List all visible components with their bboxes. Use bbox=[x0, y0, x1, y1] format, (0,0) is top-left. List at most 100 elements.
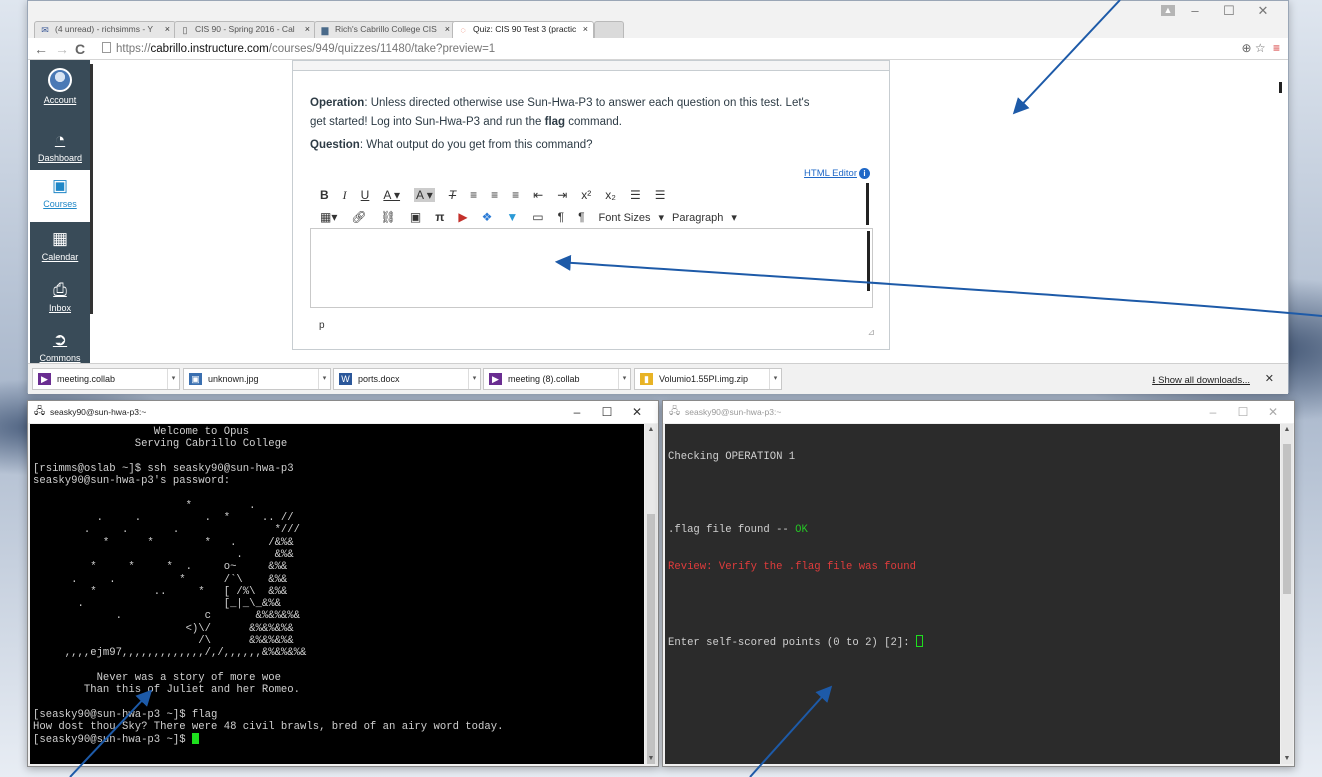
show-all-downloads-link[interactable]: ⭳ Show all downloads... bbox=[1152, 373, 1250, 389]
nav-commons[interactable]: ➲ Commons bbox=[30, 330, 90, 363]
terminal-output[interactable]: Welcome to Opus Serving Cabrillo College… bbox=[30, 424, 644, 764]
nav-calendar[interactable]: ▦ Calendar bbox=[30, 229, 90, 262]
tab-quiz[interactable]: ◌ Quiz: CIS 90 Test 3 (practic × bbox=[452, 21, 594, 38]
page-scroll-marker bbox=[1279, 82, 1282, 93]
scroll-up-icon[interactable]: ▲ bbox=[1281, 426, 1293, 433]
download-item[interactable]: ▶ meeting.collab ▾ bbox=[32, 368, 180, 390]
close-window-icon[interactable]: ✕ bbox=[1258, 401, 1288, 423]
close-icon[interactable]: × bbox=[445, 24, 450, 34]
chevron-down-icon[interactable]: ▾ bbox=[167, 369, 179, 389]
clear-format-icon[interactable]: T bbox=[449, 188, 456, 202]
forward-icon[interactable]: → bbox=[55, 41, 69, 57]
close-icon[interactable]: × bbox=[583, 24, 588, 34]
align-right-icon[interactable]: ≡ bbox=[512, 188, 519, 202]
background-color-icon[interactable]: A ▾ bbox=[414, 188, 435, 202]
link-icon[interactable]: 🔗︎ bbox=[351, 210, 366, 224]
tab-cis-page[interactable]: ▆ Rich's Cabrillo College CIS × bbox=[314, 21, 456, 38]
paragraph-dropdown[interactable]: Paragraph bbox=[672, 212, 723, 224]
text-color-icon[interactable]: A ▾ bbox=[383, 188, 400, 202]
nav-inbox[interactable]: ⎙ Inbox bbox=[30, 280, 90, 313]
tab-course[interactable]: ▯ CIS 90 - Spring 2016 - Cal × bbox=[174, 21, 316, 38]
scroll-down-icon[interactable]: ▼ bbox=[645, 755, 657, 762]
media-icon[interactable]: ▭ bbox=[532, 210, 543, 224]
chevron-down-icon[interactable]: ▾ bbox=[318, 369, 330, 389]
image-icon[interactable]: ▣ bbox=[410, 210, 421, 224]
zoom-icon[interactable]: ⊕ bbox=[1241, 41, 1251, 55]
numbered-list-icon[interactable]: ☰ bbox=[655, 188, 666, 202]
download-item[interactable]: ▮ Volumio1.55PI.img.zip ▾ bbox=[634, 368, 782, 390]
info-icon[interactable]: i bbox=[859, 168, 870, 179]
editor-scrollbar[interactable] bbox=[867, 231, 870, 291]
inbox-icon: ⎙ bbox=[53, 280, 67, 299]
ltr-icon[interactable]: ¶ bbox=[558, 210, 564, 224]
unlink-icon[interactable]: ⛓ bbox=[381, 210, 396, 224]
nav-scrollbar[interactable] bbox=[90, 64, 93, 314]
address-bar[interactable]: https://cabrillo.instructure.com/courses… bbox=[102, 41, 495, 57]
font-sizes-dropdown[interactable]: Font Sizes bbox=[599, 212, 651, 224]
indent-icon[interactable]: ⇥ bbox=[557, 188, 567, 202]
chevron-down-icon[interactable]: ▾ bbox=[731, 211, 737, 224]
tool-icon[interactable]: ▼ bbox=[506, 210, 518, 224]
new-tab-button[interactable] bbox=[594, 21, 624, 38]
menu-icon[interactable]: ≡ bbox=[1273, 41, 1280, 55]
scroll-thumb[interactable] bbox=[1283, 444, 1291, 594]
close-icon[interactable]: × bbox=[165, 24, 170, 34]
mail-icon: ✉ bbox=[41, 25, 49, 35]
subscript-icon[interactable]: x₂ bbox=[605, 188, 616, 202]
download-name: unknown.jpg bbox=[208, 374, 259, 384]
resize-grip-icon[interactable]: ⊿ bbox=[867, 327, 875, 338]
page-info-icon[interactable] bbox=[102, 42, 111, 53]
maximize-icon[interactable]: ☐ bbox=[592, 401, 622, 423]
nav-dashboard[interactable]: ◔ Dashboard bbox=[30, 130, 90, 163]
tab-mail[interactable]: ✉ (4 unread) - richsimms - Y × bbox=[34, 21, 176, 38]
rtl-icon[interactable]: ¶ bbox=[578, 210, 584, 224]
minimize-icon[interactable]: – bbox=[562, 401, 592, 423]
text-cursor bbox=[915, 635, 923, 648]
chevron-down-icon[interactable]: ▾ bbox=[769, 369, 781, 389]
italic-icon[interactable]: I bbox=[343, 188, 347, 203]
close-icon[interactable]: ✕ bbox=[1265, 372, 1274, 385]
back-icon[interactable]: ← bbox=[34, 41, 48, 57]
chevron-down-icon[interactable]: ▾ bbox=[658, 211, 664, 224]
minimize-icon[interactable]: – bbox=[1198, 401, 1228, 423]
align-left-icon[interactable]: ≡ bbox=[470, 188, 477, 202]
chevron-down-icon[interactable]: ▾ bbox=[618, 369, 630, 389]
terminal-scrollbar[interactable]: ▲ ▼ bbox=[645, 424, 657, 764]
outdent-icon[interactable]: ⇤ bbox=[533, 188, 543, 202]
reload-icon[interactable]: C bbox=[75, 41, 85, 57]
download-arrow-icon: ⭳ bbox=[1152, 375, 1156, 386]
youtube-icon[interactable]: ▶ bbox=[458, 210, 467, 224]
maximize-icon[interactable]: ☐ bbox=[1228, 401, 1258, 423]
maximize-icon[interactable]: ☐ bbox=[1212, 3, 1246, 19]
close-window-icon[interactable]: ✕ bbox=[1246, 3, 1280, 19]
align-center-icon[interactable]: ≡ bbox=[491, 188, 498, 202]
nav-courses[interactable]: ▣ Courses bbox=[30, 170, 90, 222]
superscript-icon[interactable]: x² bbox=[581, 188, 591, 202]
operation-text-3: command. bbox=[565, 116, 622, 128]
chevron-down-icon[interactable]: ▾ bbox=[468, 369, 480, 389]
terminal-output[interactable]: Checking OPERATION 1 .flag file found --… bbox=[665, 424, 1280, 764]
scroll-thumb[interactable] bbox=[647, 514, 655, 764]
user-icon[interactable]: ▲ bbox=[1161, 5, 1175, 16]
close-window-icon[interactable]: ✕ bbox=[622, 401, 652, 423]
answer-editor[interactable] bbox=[310, 228, 873, 308]
collab-icon: ▶ bbox=[489, 373, 502, 385]
bold-icon[interactable]: B bbox=[320, 188, 329, 202]
scroll-down-icon[interactable]: ▼ bbox=[1281, 755, 1293, 762]
scroll-up-icon[interactable]: ▲ bbox=[645, 426, 657, 433]
download-item[interactable]: W ports.docx ▾ bbox=[333, 368, 481, 390]
underline-icon[interactable]: U bbox=[361, 188, 370, 202]
tab-bar: ✉ (4 unread) - richsimms - Y × ▯ CIS 90 … bbox=[28, 1, 1288, 38]
nav-account[interactable]: Account bbox=[30, 68, 90, 105]
table-icon[interactable]: ▦▾ bbox=[320, 210, 337, 224]
bookmark-star-icon[interactable]: ☆ bbox=[1255, 41, 1266, 55]
math-icon[interactable]: π bbox=[435, 210, 444, 224]
dropbox-icon[interactable]: ❖ bbox=[482, 210, 493, 224]
terminal-scrollbar[interactable]: ▲ ▼ bbox=[1281, 424, 1293, 764]
minimize-icon[interactable]: – bbox=[1178, 3, 1212, 18]
bullet-list-icon[interactable]: ☰ bbox=[630, 188, 641, 202]
html-editor-link[interactable]: HTML Editor i bbox=[804, 168, 870, 179]
download-item[interactable]: ▣ unknown.jpg ▾ bbox=[183, 368, 331, 390]
close-icon[interactable]: × bbox=[305, 24, 310, 34]
download-item[interactable]: ▶ meeting (8).collab ▾ bbox=[483, 368, 631, 390]
